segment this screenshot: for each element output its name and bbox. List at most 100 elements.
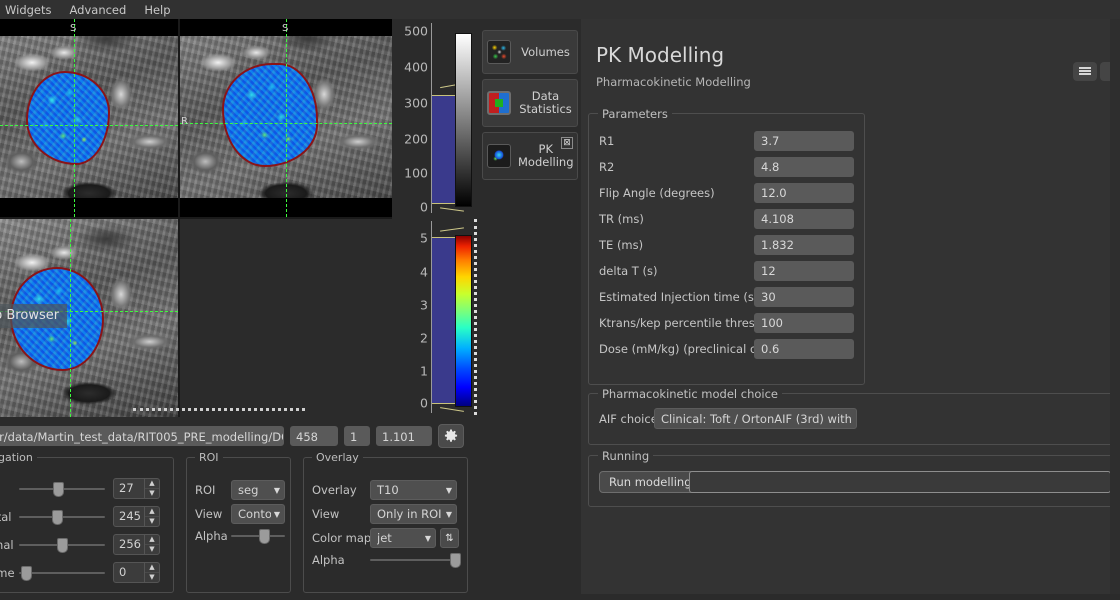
aif-choice-select[interactable]: Clinical: Toft / OrtonAIF (3rd) with off… (654, 408, 857, 429)
parameter-field-flip-angle[interactable]: 12.0 (754, 183, 854, 203)
navigation-group: igation al 27 ▲▼ ittal 245 ▲▼ onal (0, 457, 174, 593)
overlay-colormap-select[interactable]: jet ▼ (370, 528, 436, 548)
sidebar-item-data-statistics[interactable]: Data Statistics (482, 79, 578, 127)
parameter-field-injection-time[interactable]: 30 (754, 287, 854, 307)
overlay-view-label: View (312, 507, 370, 521)
roi-view-label: View (195, 507, 231, 521)
jet-tick-0: 0 (420, 396, 428, 411)
sagittal-side-label: R (181, 116, 188, 127)
menu-item-help[interactable]: Help (135, 1, 179, 19)
gear-icon[interactable] (438, 424, 464, 448)
data-browser-floating-label[interactable]: b Browser (0, 304, 67, 328)
jet-window-low-line[interactable] (432, 403, 456, 404)
grayscale-gradient[interactable] (455, 33, 472, 207)
axial-orientation-label: S (70, 23, 76, 34)
volume-spinbox[interactable]: 0 ▲▼ (113, 562, 160, 583)
coronal-spinbox[interactable]: 256 ▲▼ (113, 534, 160, 555)
grayscale-colorbar-panel[interactable]: 500 400 300 200 100 0 (392, 19, 478, 217)
coronal-spin-value: 256 (114, 535, 144, 554)
overlay-row-overlay: Overlay T10 ▼ (312, 480, 457, 500)
overlay-group: Overlay Overlay T10 ▼ View Only in ROI ▼… (303, 457, 468, 593)
roi-alpha-slider[interactable] (231, 528, 285, 544)
grayscale-window-low-line[interactable] (432, 203, 456, 204)
viewport-grid: S S R b Browser (0, 19, 392, 417)
sagittal-view[interactable]: S R (180, 19, 392, 217)
axial-spin-down[interactable]: ▼ (145, 489, 159, 498)
axial-spin-up[interactable]: ▲ (145, 479, 159, 489)
overlay-alpha-slider[interactable] (370, 552, 457, 568)
pk-modelling-panel: PK Modelling Pharmacokinetic Modelling P… (581, 19, 1120, 594)
roi-view-select-value: Contou (238, 507, 271, 521)
coronal-spin-up[interactable]: ▲ (145, 535, 159, 545)
parameter-field-percentile-threshold[interactable]: 100 (754, 313, 854, 333)
navigation-label-coronal: onal (0, 538, 15, 552)
parameter-row-te: TE (ms) 1.832 (599, 234, 856, 255)
jet-wedge-bottom (440, 407, 464, 412)
parameter-field-delta-t[interactable]: 12 (754, 261, 854, 281)
jet-gradient[interactable] (455, 235, 472, 407)
menu-item-advanced[interactable]: Advanced (61, 1, 136, 19)
menu-item-widgets[interactable]: Widgets (0, 1, 61, 19)
volume-slider[interactable] (19, 565, 105, 581)
hamburger-menu-icon[interactable] (1073, 62, 1097, 81)
jet-tick-3: 3 (420, 298, 428, 313)
overlay-group-title: Overlay (312, 451, 363, 464)
run-progress-bar (689, 471, 1111, 493)
voxel-value-field[interactable]: 1.101 (376, 426, 432, 446)
parameter-field-te[interactable]: 1.832 (754, 235, 854, 255)
jet-colorbar-panel[interactable]: 5 4 3 2 1 0 (392, 217, 478, 417)
close-icon[interactable]: ⊠ (561, 137, 573, 149)
parameter-field-dose[interactable]: 0.6 (754, 339, 854, 359)
parameter-label-tr: TR (ms) (599, 212, 644, 226)
sidebar-item-volumes[interactable]: Volumes (482, 30, 578, 74)
overlay-row-colormap: Color map jet ▼ ⇅ (312, 528, 459, 548)
roi-row-view: View Contou ▼ (195, 504, 285, 524)
model-choice-group: Pharmacokinetic model choice AIF choice … (588, 393, 1120, 445)
sidebar-item-pk-modelling[interactable]: PK Modelling ⊠ (482, 132, 578, 180)
coronal-slider[interactable] (19, 537, 105, 553)
volume-spin-down[interactable]: ▼ (145, 573, 159, 582)
empty-viewport[interactable] (180, 219, 392, 417)
axial-view[interactable]: S (0, 19, 178, 217)
navigation-group-title: igation (0, 451, 37, 464)
viewport-selection-indicator (133, 408, 305, 411)
volume-count-field[interactable]: 458 (290, 426, 338, 446)
panel-scrollbar[interactable] (1110, 19, 1120, 594)
chevron-down-icon: ▼ (274, 486, 280, 495)
overlay-row-alpha: Alpha (312, 552, 457, 568)
parameter-field-r1[interactable]: 3.7 (754, 131, 854, 151)
parameter-row-tr: TR (ms) 4.108 (599, 208, 856, 229)
parameter-label-te: TE (ms) (599, 238, 643, 252)
overlay-view-select[interactable]: Only in ROI ▼ (370, 504, 457, 524)
volume-spin-up[interactable]: ▲ (145, 563, 159, 573)
run-modelling-button[interactable]: Run modelling (599, 471, 702, 493)
roi-view-select[interactable]: Contou ▼ (231, 504, 285, 524)
sidebar-item-label-volumes: Volumes (518, 46, 573, 59)
module-tab-strip: Volumes Data Statistics PK Modelling ⊠ (480, 19, 580, 600)
grayscale-axis: 500 400 300 200 100 0 (390, 19, 430, 217)
sagittal-slider[interactable] (19, 509, 105, 525)
navigation-row-volume: ume 0 ▲▼ (0, 562, 169, 583)
axial-slider[interactable] (19, 481, 105, 497)
index-field[interactable]: 1 (344, 426, 370, 446)
model-choice-group-title: Pharmacokinetic model choice (598, 387, 782, 401)
flip-arrows-icon[interactable]: ⇅ (440, 528, 459, 548)
parameter-row-delta-t: delta T (s) 12 (599, 260, 856, 281)
roi-select[interactable]: seg ▼ (231, 480, 285, 500)
jet-wedge-top (440, 227, 464, 231)
axial-spinbox[interactable]: 27 ▲▼ (113, 478, 160, 499)
sagittal-spin-up[interactable]: ▲ (145, 507, 159, 517)
jet-tick-2: 2 (420, 331, 428, 346)
sagittal-spinbox[interactable]: 245 ▲▼ (113, 506, 160, 527)
coronal-spin-down[interactable]: ▼ (145, 545, 159, 554)
file-path-field[interactable]: er/data/Martin_test_data/RIT005_PRE_mode… (0, 426, 284, 446)
path-bar: er/data/Martin_test_data/RIT005_PRE_mode… (0, 421, 478, 451)
sagittal-spin-down[interactable]: ▼ (145, 517, 159, 526)
jet-window-high-line[interactable] (432, 237, 456, 238)
grayscale-axis-line (431, 23, 432, 213)
parameter-field-r2[interactable]: 4.8 (754, 157, 854, 177)
parameter-field-tr[interactable]: 4.108 (754, 209, 854, 229)
overlay-select[interactable]: T10 ▼ (370, 480, 457, 500)
grayscale-window-high-line[interactable] (432, 95, 456, 96)
parameter-label-flip-angle: Flip Angle (degrees) (599, 186, 715, 200)
